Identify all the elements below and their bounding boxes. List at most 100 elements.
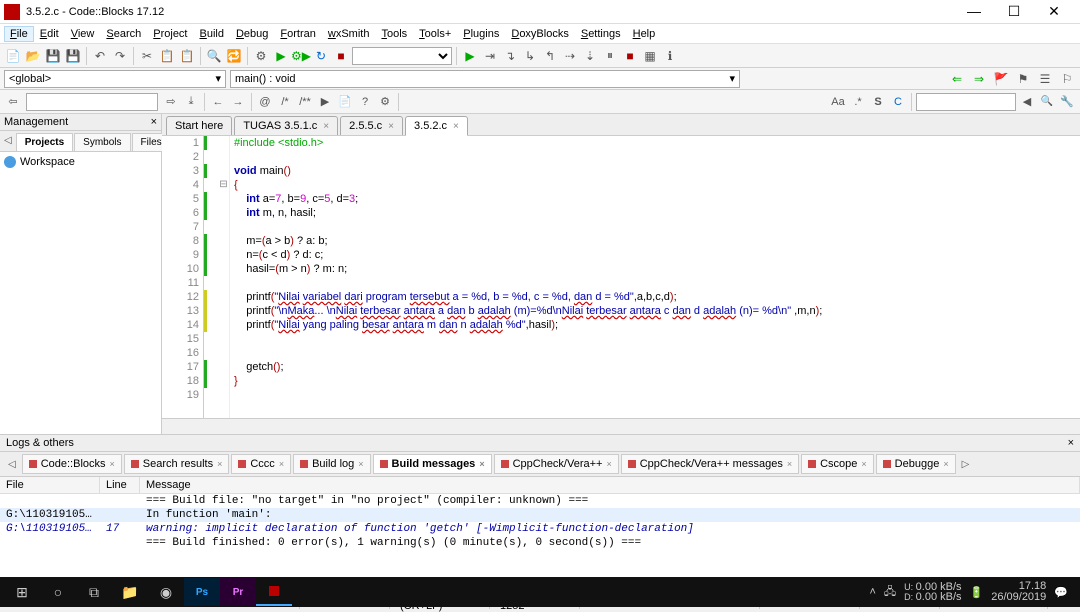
debug-windows-icon[interactable]: ▦ xyxy=(641,47,659,65)
menu-wxsmith[interactable]: wxSmith xyxy=(322,26,376,42)
tab-close-icon[interactable]: × xyxy=(323,121,329,132)
search-icon[interactable] xyxy=(1038,93,1056,111)
doxy-run-icon[interactable]: ▶ xyxy=(316,93,334,111)
logs-tab-close-icon[interactable]: × xyxy=(861,459,866,469)
editor-tab[interactable]: 3.5.2.c× xyxy=(405,116,468,136)
editor-tab[interactable]: TUGAS 3.5.1.c× xyxy=(234,116,338,135)
function-select[interactable]: main() : void▾ xyxy=(230,70,740,88)
stop-debug-icon[interactable] xyxy=(621,47,639,65)
save-icon[interactable]: 💾 xyxy=(44,47,62,65)
bookmark-clear-icon[interactable]: ⚑ xyxy=(1014,70,1032,88)
log-row[interactable]: G:\1103191053 ...In function 'main': xyxy=(0,508,1080,522)
menu-plugins[interactable]: Plugins xyxy=(457,26,505,42)
logs-tab-close-icon[interactable]: × xyxy=(358,459,363,469)
fold-column[interactable]: ⊟ xyxy=(218,136,230,418)
log-row[interactable]: === Build file: "no target" in "no proje… xyxy=(0,494,1080,508)
next-line-icon[interactable]: ↴ xyxy=(501,47,519,65)
logs-close-icon[interactable]: × xyxy=(1068,437,1074,449)
tab-symbols[interactable]: Symbols xyxy=(74,133,130,151)
menu-settings[interactable]: Settings xyxy=(575,26,627,42)
doxy-icon[interactable]: @ xyxy=(256,93,274,111)
logs-tab[interactable]: Cscope× xyxy=(801,454,874,474)
abort-icon[interactable] xyxy=(332,47,350,65)
code-editor[interactable]: 12345678910111213141516171819 ⊟ #include… xyxy=(162,136,1080,418)
logs-tab-next-icon[interactable]: ▷ xyxy=(958,457,974,472)
build-target-select[interactable] xyxy=(352,47,452,65)
doxy-chm-icon[interactable]: ? xyxy=(356,93,374,111)
nav-last-icon[interactable]: ⤓ xyxy=(182,93,200,111)
menu-doxyblocks[interactable]: DoxyBlocks xyxy=(505,26,574,42)
bookmark-toggle-icon[interactable]: 🚩 xyxy=(992,70,1010,88)
start-button[interactable]: ⊞ xyxy=(4,578,40,606)
editor-tab[interactable]: 2.5.5.c× xyxy=(340,116,403,135)
rebuild-icon[interactable]: ↻ xyxy=(312,47,330,65)
replace-icon[interactable]: 🔁 xyxy=(225,47,243,65)
nav-path-select[interactable] xyxy=(26,93,158,111)
menu-view[interactable]: View xyxy=(65,26,101,42)
highlight-icon[interactable]: C xyxy=(889,93,907,111)
logs-tab-close-icon[interactable]: × xyxy=(110,459,115,469)
run-icon[interactable] xyxy=(272,47,290,65)
whole-word-icon[interactable]: S xyxy=(869,93,887,111)
menu-tools[interactable]: Tools xyxy=(375,26,413,42)
logs-tab[interactable]: CppCheck/Vera++ messages× xyxy=(621,454,799,474)
step-instr-icon[interactable]: ⇣ xyxy=(581,47,599,65)
mgmt-tab-prev-icon[interactable]: ◁ xyxy=(0,133,16,151)
doxy-comment-icon[interactable]: /* xyxy=(276,93,294,111)
incremental-search-input[interactable] xyxy=(916,93,1016,111)
cut-icon[interactable]: ✂ xyxy=(138,47,156,65)
jump-fwd-icon[interactable]: → xyxy=(229,93,247,111)
nav-back-icon[interactable]: ⇦ xyxy=(4,93,22,111)
logs-tab[interactable]: Cccc× xyxy=(231,454,291,474)
col-line[interactable]: Line xyxy=(100,477,140,493)
file-explorer-icon[interactable]: 📁 xyxy=(112,578,148,606)
search-prev-icon[interactable]: ◀ xyxy=(1018,93,1036,111)
paste-icon[interactable]: 📋 xyxy=(178,47,196,65)
case-sensitive-icon[interactable]: Aa xyxy=(829,93,847,111)
log-row[interactable]: === Build finished: 0 error(s), 1 warnin… xyxy=(0,536,1080,550)
logs-tab-close-icon[interactable]: × xyxy=(279,459,284,469)
menu-fortran[interactable]: Fortran xyxy=(274,26,321,42)
next-instr-icon[interactable]: ⇢ xyxy=(561,47,579,65)
logs-tab[interactable]: Build log× xyxy=(293,454,370,474)
open-icon[interactable]: 📂 xyxy=(24,47,42,65)
undo-icon[interactable]: ↶ xyxy=(91,47,109,65)
break-icon[interactable]: ⏸ xyxy=(601,47,619,65)
tray-chevron-icon[interactable]: ˄ xyxy=(869,586,875,598)
log-row[interactable]: G:\1103191053 ...17warning: implicit dec… xyxy=(0,522,1080,536)
workspace-node[interactable]: Workspace xyxy=(4,156,157,168)
nav-fwd-icon[interactable]: ⇨ xyxy=(162,93,180,111)
doxy-block-icon[interactable]: /** xyxy=(296,93,314,111)
tray-notifications-icon[interactable]: 💬 xyxy=(1054,586,1068,599)
horizontal-scrollbar[interactable] xyxy=(162,418,1080,434)
regex-icon[interactable]: .* xyxy=(849,93,867,111)
logs-content[interactable]: File Line Message === Build file: "no ta… xyxy=(0,477,1080,589)
logs-tab[interactable]: Debugge× xyxy=(876,454,956,474)
bookmark-prev-icon[interactable]: ⇐ xyxy=(948,70,966,88)
logs-tab-prev-icon[interactable]: ◁ xyxy=(4,457,20,472)
menu-edit[interactable]: Edit xyxy=(34,26,65,42)
new-file-icon[interactable]: 📄 xyxy=(4,47,22,65)
menu-project[interactable]: Project xyxy=(147,26,193,42)
redo-icon[interactable]: ↷ xyxy=(111,47,129,65)
copy-icon[interactable]: 📋 xyxy=(158,47,176,65)
editor-tab[interactable]: Start here xyxy=(166,116,232,135)
logs-tab[interactable]: CppCheck/Vera++× xyxy=(494,454,619,474)
doxy-html-icon[interactable]: 📄 xyxy=(336,93,354,111)
logs-tab-close-icon[interactable]: × xyxy=(217,459,222,469)
info-icon[interactable]: ℹ xyxy=(661,47,679,65)
tab-close-icon[interactable]: × xyxy=(388,121,394,132)
build-icon[interactable] xyxy=(252,47,270,65)
find-icon[interactable]: 🔍 xyxy=(205,47,223,65)
logs-tab-close-icon[interactable]: × xyxy=(943,459,948,469)
doxy-config-icon[interactable]: ⚙ xyxy=(376,93,394,111)
bookmark-all-icon[interactable]: ⚐ xyxy=(1058,70,1076,88)
photoshop-icon[interactable]: Ps xyxy=(184,578,220,606)
logs-tab[interactable]: Search results× xyxy=(124,454,230,474)
tab-projects[interactable]: Projects xyxy=(16,133,73,151)
save-all-icon[interactable]: 💾 xyxy=(64,47,82,65)
codeblocks-taskbar-icon[interactable] xyxy=(256,578,292,606)
premiere-icon[interactable]: Pr xyxy=(220,578,256,606)
col-message[interactable]: Message xyxy=(140,477,1080,493)
jump-back-icon[interactable]: ← xyxy=(209,93,227,111)
